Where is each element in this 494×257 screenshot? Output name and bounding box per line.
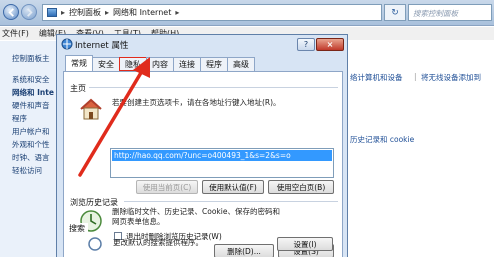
tab-privacy[interactable]: 隐私 — [119, 57, 147, 71]
sidebar-item-programs[interactable]: 程序 — [12, 113, 27, 124]
use-default-button[interactable]: 使用默认值(F) — [202, 180, 264, 194]
tab-advanced[interactable]: 高级 — [227, 57, 255, 71]
breadcrumb-separator-icon: ▸ — [175, 8, 180, 17]
sidebar-item-clock-language[interactable]: 时钟、语言 — [12, 152, 50, 163]
forward-arrow-icon — [27, 8, 33, 17]
homepage-group-label: 主页 — [70, 83, 89, 94]
history-description: 删除临时文件、历史记录、Cookie、保存的密码和网页表单信息。 — [112, 207, 280, 226]
tab-connections[interactable]: 连接 — [173, 57, 201, 71]
sidebar-item-hardware[interactable]: 硬件和声音 — [12, 100, 50, 111]
close-button[interactable]: × — [316, 38, 344, 51]
dialog-title-bar[interactable]: Internet 属性 ? × — [57, 35, 347, 54]
sidebar-item-ease-of-access[interactable]: 轻松访问 — [12, 165, 42, 176]
use-current-button[interactable]: 使用当前页(C) — [136, 180, 198, 194]
general-tab-panel: 主页 若要创建主页选项卡，请在各地址行键入地址(R)。 http://hao.q… — [63, 71, 343, 257]
help-button[interactable]: ? — [297, 38, 315, 51]
delete-history-button[interactable]: 删除(D)... — [214, 244, 274, 257]
search-icon — [88, 237, 102, 251]
address-bar[interactable]: ▸ 控制面板 ▸ 网络和 Internet ▸ — [42, 4, 382, 21]
sidebar-item-appearance[interactable]: 外观和个性 — [12, 139, 50, 150]
control-panel-icon — [47, 8, 57, 17]
link-separator: | — [414, 72, 417, 81]
group-divider — [124, 201, 338, 202]
sidebar-item-network[interactable]: 网络和 Inte — [12, 87, 54, 98]
back-button[interactable] — [3, 4, 19, 20]
search-settings-button[interactable]: 设置(I) — [277, 237, 333, 251]
home-page-icon — [80, 98, 102, 120]
search-input[interactable]: 搜索控制面板 — [408, 4, 492, 21]
search-description: 更改默认的搜索提供程序。 — [113, 238, 203, 247]
link-computers-devices[interactable]: 络计算机和设备 — [350, 72, 403, 83]
tab-programs[interactable]: 程序 — [200, 57, 228, 71]
tab-security[interactable]: 安全 — [92, 57, 120, 71]
homepage-url-field[interactable]: http://hao.qq.com/?unc=o400493_1&s=2&s=o — [110, 148, 334, 178]
internet-options-icon — [61, 38, 73, 50]
forward-button[interactable] — [21, 4, 37, 20]
homepage-description: 若要创建主页选项卡，请在各地址行键入地址(R)。 — [112, 98, 281, 107]
sidebar-item-user-accounts[interactable]: 用户帐户和 — [12, 126, 50, 137]
explorer-toolbar: ▸ 控制面板 ▸ 网络和 Internet ▸ ↻ 搜索控制面板 — [0, 0, 494, 26]
breadcrumb-separator-icon: ▸ — [105, 8, 110, 17]
dialog-title: Internet 属性 — [75, 41, 129, 51]
tab-strip: 常规 安全 隐私 内容 连接 程序 高级 — [65, 55, 255, 71]
sidebar-item-system-security[interactable]: 系统和安全 — [12, 74, 50, 85]
search-group-label: 搜索 — [69, 223, 88, 234]
menu-file[interactable]: 文件(F) — [2, 28, 29, 39]
refresh-button[interactable]: ↻ — [384, 4, 406, 21]
use-blank-button[interactable]: 使用空白页(B) — [268, 180, 334, 194]
sidebar-header[interactable]: 控制面板主 — [12, 53, 50, 64]
breadcrumb-control-panel[interactable]: 控制面板 — [69, 7, 101, 18]
refresh-icon: ↻ — [391, 7, 399, 18]
homepage-url-text: http://hao.qq.com/?unc=o400493_1&s=2&s=o — [112, 150, 332, 161]
tab-general[interactable]: 常规 — [65, 55, 93, 71]
link-history-cookie[interactable]: 历史记录和 cookie — [350, 134, 414, 145]
tab-content[interactable]: 内容 — [146, 57, 174, 71]
back-arrow-icon — [8, 8, 14, 17]
internet-properties-dialog: Internet 属性 ? × 常规 安全 隐私 内容 连接 程序 高级 主页 … — [56, 34, 348, 257]
link-add-wireless[interactable]: 将无线设备添加到 — [421, 72, 481, 83]
group-divider — [88, 87, 338, 88]
breadcrumb-separator-icon: ▸ — [61, 8, 66, 17]
control-panel-sidebar: 控制面板主 系统和安全 网络和 Inte 硬件和声音 程序 用户帐户和 外观和个… — [0, 41, 62, 257]
breadcrumb-network-internet[interactable]: 网络和 Internet — [113, 7, 171, 18]
